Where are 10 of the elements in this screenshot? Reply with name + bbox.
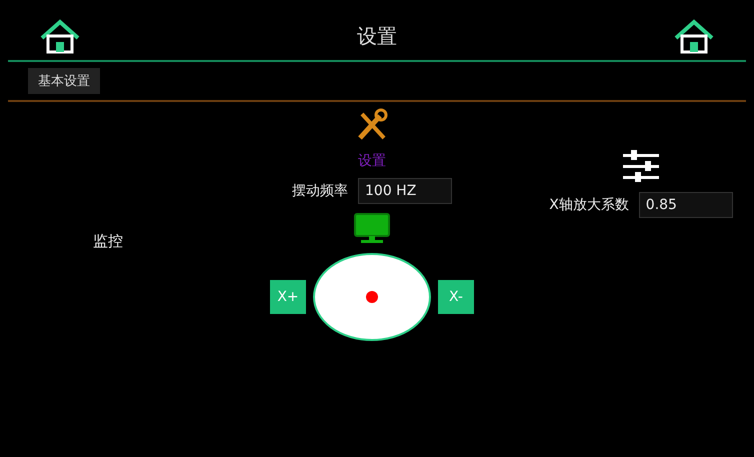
input-field[interactable]: 0.85 xyxy=(638,192,733,218)
tab[interactable]: 基本设置 xyxy=(28,68,100,94)
joystick-pad[interactable] xyxy=(312,252,432,342)
field-label: 摆动频率 xyxy=(292,182,348,200)
input-field[interactable]: 100 HZ xyxy=(358,178,452,204)
monitor-icon[interactable] xyxy=(353,212,391,244)
field-label: X轴放大系数 xyxy=(549,196,629,214)
sliders-icon[interactable] xyxy=(621,148,661,184)
window-title: 设置 xyxy=(357,22,397,50)
section-label: 设置 xyxy=(358,152,386,170)
